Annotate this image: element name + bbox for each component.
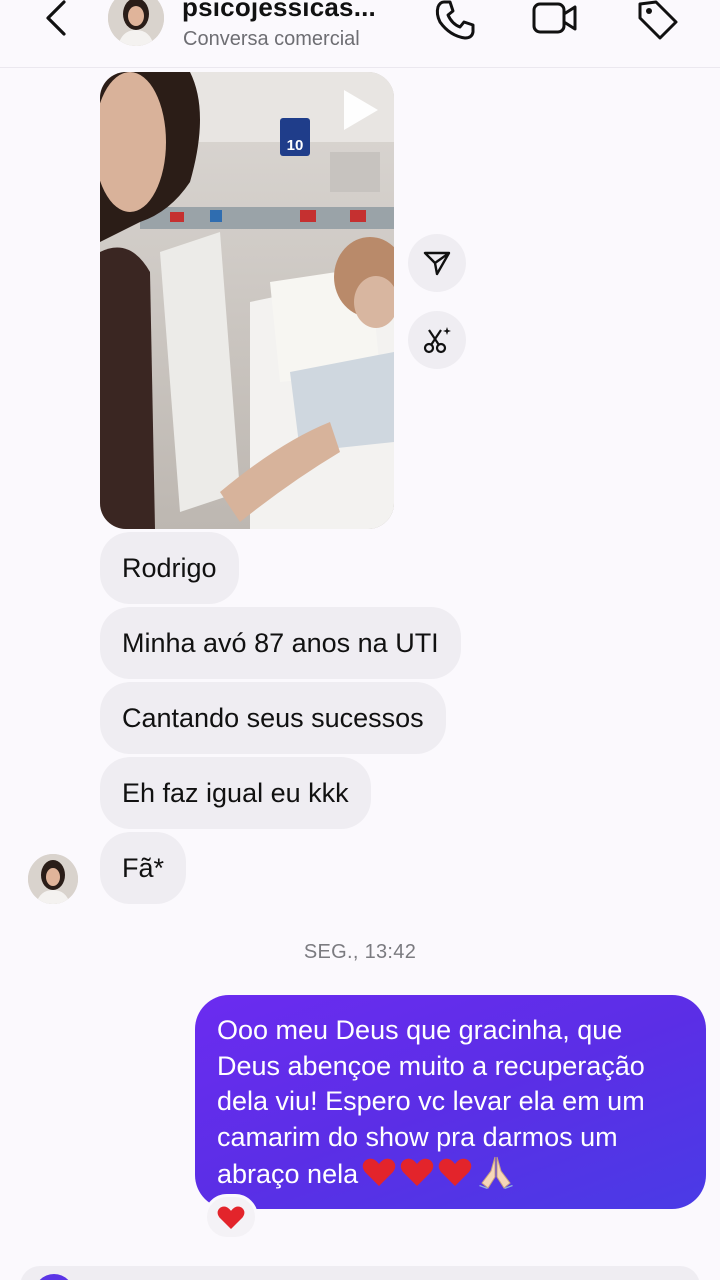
- date-separator: SEG., 13:42: [303, 941, 417, 963]
- label-button[interactable]: [634, 0, 682, 44]
- outgoing-message[interactable]: Ooo meu Deus que gracinha, que Deus aben…: [195, 995, 706, 1209]
- video-call-button[interactable]: [530, 0, 578, 44]
- message-line: abraço nela: [217, 1159, 359, 1189]
- phone-icon: [435, 0, 475, 40]
- edit-clip-button[interactable]: [408, 311, 466, 369]
- send-icon: [423, 251, 451, 276]
- incoming-message[interactable]: Minha avó 87 anos na UTI: [100, 607, 461, 679]
- message-composer[interactable]: [20, 1266, 700, 1280]
- folded-hands-emoji-icon: [479, 1156, 514, 1189]
- chat-header: psicojessicas... Conversa comercial: [0, 0, 720, 68]
- conversation-type: Conversa comercial: [183, 28, 360, 50]
- incoming-message[interactable]: Fã*: [100, 832, 187, 904]
- heart-reaction-icon: [217, 1206, 245, 1229]
- shared-video[interactable]: 10: [100, 72, 394, 529]
- message-line: Deus abençoe muito a recuperação: [217, 1050, 645, 1081]
- incoming-message[interactable]: Cantando seus sucessos: [100, 682, 446, 754]
- heart-emoji-icon: [362, 1158, 396, 1186]
- video-thumbnail: 10: [100, 72, 394, 529]
- play-icon: [344, 90, 378, 130]
- room-number: 10: [287, 137, 304, 154]
- back-icon: [46, 0, 66, 36]
- back-button[interactable]: [38, 0, 78, 40]
- message-line: camarim do show pra darmos um: [217, 1121, 618, 1152]
- video-icon: [532, 2, 577, 34]
- sender-avatar[interactable]: [28, 854, 78, 904]
- message-line: Ooo meu Deus que gracinha, que: [217, 1015, 623, 1045]
- contact-avatar[interactable]: [108, 0, 164, 46]
- heart-emoji-icon: [400, 1158, 434, 1186]
- message-line: dela viu! Espero vc levar ela em um: [217, 1086, 645, 1116]
- message-reaction[interactable]: [204, 1194, 258, 1240]
- scissors-sparkle-icon: [423, 327, 451, 354]
- incoming-message[interactable]: Rodrigo: [100, 532, 239, 604]
- incoming-message[interactable]: Eh faz igual eu kkk: [100, 757, 371, 829]
- share-button[interactable]: [408, 234, 466, 292]
- heart-emoji-icon: [438, 1158, 472, 1186]
- tag-icon: [638, 0, 678, 40]
- voice-call-button[interactable]: [430, 0, 478, 44]
- contact-name[interactable]: psicojessicas...: [182, 0, 402, 23]
